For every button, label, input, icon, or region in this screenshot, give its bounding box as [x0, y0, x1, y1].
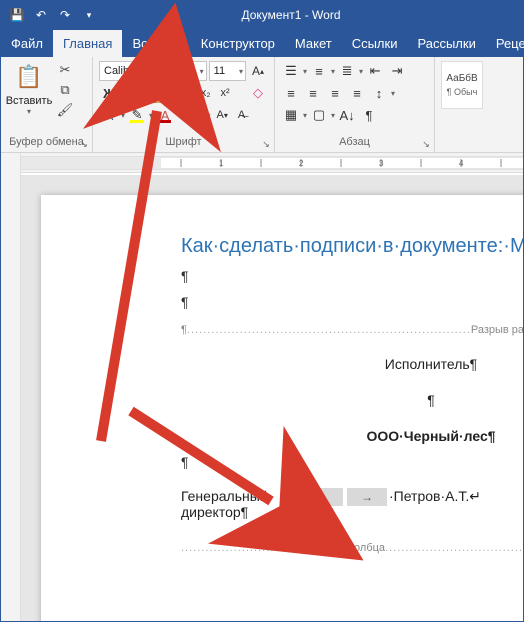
style-name: ¶ Обыч	[447, 87, 478, 97]
italic-button[interactable]: К	[121, 83, 141, 103]
superscript-button[interactable]: x²	[217, 83, 234, 103]
font-size-value: 11	[214, 65, 225, 77]
tab-references[interactable]: Ссылки	[342, 30, 408, 57]
text-effects-icon[interactable]: A	[99, 105, 119, 125]
document-heading[interactable]: Как·сделать·подписи·в·документе:·M	[181, 235, 523, 258]
paragraph-mark: ¶	[181, 392, 523, 408]
font-launcher-icon[interactable]: ↘	[260, 138, 272, 150]
section-break: ¶ ......................................…	[181, 324, 523, 336]
group-font-label: Шрифт	[99, 134, 268, 150]
align-left-icon[interactable]: ≡	[281, 83, 301, 103]
font-family-combo[interactable]: Calibri (Основной ▾	[99, 61, 207, 81]
bold-button[interactable]: Ж	[99, 83, 119, 103]
column-break: .............................. Разрыв ст…	[181, 542, 523, 554]
pilcrow-icon[interactable]: ¶	[359, 105, 379, 125]
tab-design[interactable]: Конструктор	[191, 30, 285, 57]
tab-insert[interactable]: Вставка	[122, 30, 190, 57]
selected-tab-2[interactable]: →	[347, 488, 387, 506]
cut-icon[interactable]: ✂	[55, 61, 75, 79]
svg-text:2: 2	[299, 159, 304, 168]
style-preview: АаБбВ	[446, 73, 477, 84]
signature-row[interactable]: Генеральный· директор¶ → → ·Петров·А.Т.↵	[181, 488, 523, 520]
paste-button[interactable]: 📋 Вставить ▾	[7, 61, 51, 116]
paragraph-mark: ¶	[181, 294, 523, 310]
borders-icon[interactable]: ▢	[309, 105, 329, 125]
paste-dropdown-icon[interactable]: ▾	[27, 107, 31, 116]
multilevel-icon[interactable]: ≣	[337, 61, 357, 81]
copy-icon[interactable]: ⧉	[55, 81, 75, 99]
selected-tab-1[interactable]: →	[303, 488, 343, 506]
numbering-icon[interactable]: ≡	[309, 61, 329, 81]
sort-icon[interactable]: A↓	[337, 105, 357, 125]
document-page[interactable]: Как·сделать·подписи·в·документе:·M ¶ ¶ ¶…	[41, 195, 523, 621]
format-painter-icon[interactable]: 🖌	[55, 101, 75, 119]
tab-review[interactable]: Рецензир	[486, 30, 524, 57]
sig-title-line1: Генеральный·	[181, 488, 272, 504]
paragraph-launcher-icon[interactable]: ↘	[420, 138, 432, 150]
font-family-value: Calibri (Основной	[104, 65, 192, 77]
paste-label: Вставить	[6, 95, 53, 107]
doc-line-company[interactable]: ООО·Черный·лес¶	[181, 428, 523, 444]
tab-file[interactable]: Файл	[1, 30, 53, 57]
vertical-ruler[interactable]	[1, 155, 21, 621]
subscript-button[interactable]: x₂	[197, 83, 215, 103]
font-color-icon[interactable]: A	[155, 105, 175, 125]
save-icon[interactable]: 💾	[7, 5, 27, 25]
ribbon-tabs: Файл Главная Вставка Конструктор Макет С…	[1, 29, 523, 57]
style-normal[interactable]: АаБбВ ¶ Обыч	[441, 61, 483, 109]
outdent-icon[interactable]: ⇤	[365, 61, 385, 81]
clipboard-icon: 📋	[13, 61, 45, 93]
justify-icon[interactable]: ≡	[347, 83, 367, 103]
sig-title-line2: директор¶	[181, 504, 248, 520]
change-case-button[interactable]: Aa	[183, 105, 204, 125]
horizontal-ruler[interactable]: 1 2 3 4	[21, 153, 523, 173]
paragraph-mark: ¶	[181, 454, 523, 470]
chevron-down-icon: ▾	[200, 67, 204, 76]
chevron-down-icon: ▾	[239, 67, 243, 76]
doc-line-executor[interactable]: Исполнитель¶	[181, 356, 523, 372]
underline-button[interactable]: Ч	[143, 83, 163, 103]
clear-format2-button[interactable]: A̶	[234, 105, 249, 125]
indent-icon[interactable]: ⇥	[387, 61, 407, 81]
bullets-icon[interactable]: ☰	[281, 61, 301, 81]
grow-font-button[interactable]: A▴	[248, 61, 268, 81]
group-clipboard-label: Буфер обмена	[7, 134, 86, 150]
sig-name: ·Петров·А.Т.↵	[389, 488, 481, 505]
window-title: Документ1 - Word	[59, 8, 523, 22]
shrink-font-button[interactable]: A▾	[213, 105, 232, 125]
tab-layout[interactable]: Макет	[285, 30, 342, 57]
align-right-icon[interactable]: ≡	[325, 83, 345, 103]
clear-format-icon[interactable]: ◇	[248, 83, 268, 103]
tab-mailings[interactable]: Рассылки	[407, 30, 485, 57]
undo-icon[interactable]: ↶	[31, 5, 51, 25]
shading-icon[interactable]: ▦	[281, 105, 301, 125]
group-paragraph-label: Абзац	[281, 134, 428, 150]
tab-home[interactable]: Главная	[53, 30, 122, 57]
clipboard-launcher-icon[interactable]: ↘	[78, 138, 90, 150]
font-size-combo[interactable]: 11 ▾	[209, 61, 246, 81]
highlight-icon[interactable]: ✎	[127, 105, 147, 125]
svg-text:4: 4	[459, 159, 464, 168]
svg-text:1: 1	[219, 159, 224, 168]
line-spacing-icon[interactable]: ↕	[369, 83, 389, 103]
strike-button[interactable]: abc	[169, 83, 195, 103]
align-center-icon[interactable]: ≡	[303, 83, 323, 103]
paragraph-mark: ¶	[181, 268, 523, 284]
svg-text:3: 3	[379, 159, 384, 168]
